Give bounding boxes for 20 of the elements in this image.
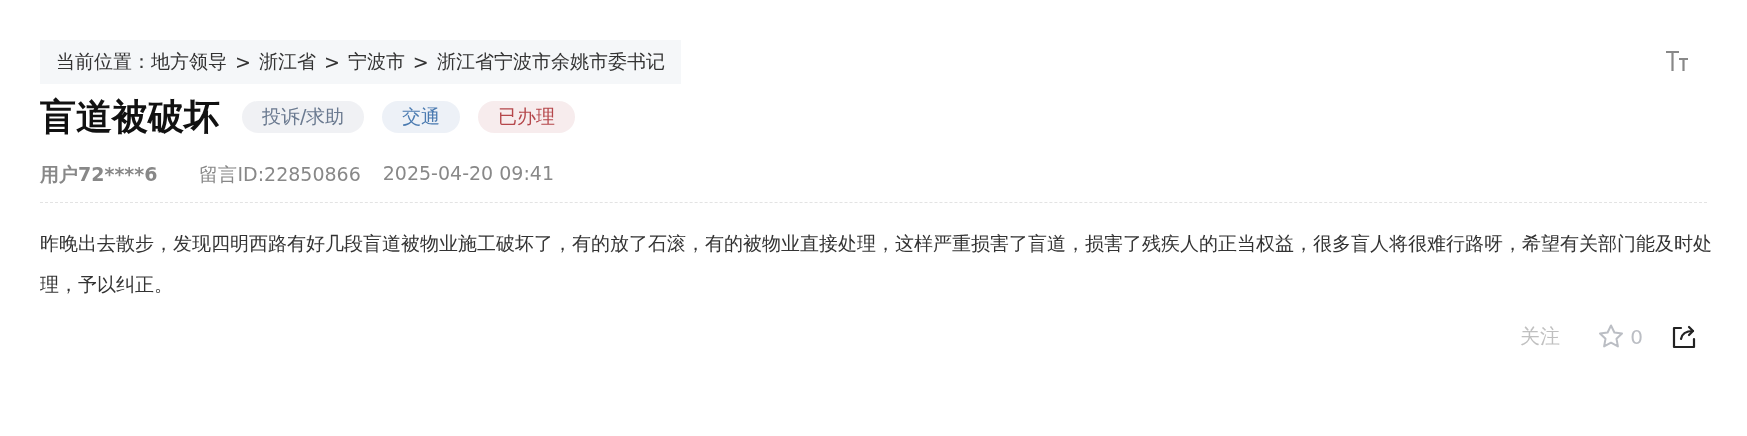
breadcrumb-separator: >	[412, 51, 429, 73]
breadcrumb-separator: >	[323, 51, 340, 73]
breadcrumb-separator: >	[235, 51, 251, 73]
post-time: 2025-04-20 09:41	[382, 162, 554, 186]
breadcrumb-link[interactable]: 宁波市	[347, 49, 405, 75]
star-icon[interactable]	[1598, 324, 1625, 349]
page-title: 盲道被破坏	[40, 94, 220, 139]
user-name: 用户72****6	[40, 162, 158, 187]
category-tag: 已办理	[478, 101, 576, 133]
font-size-icon[interactable]	[1665, 50, 1689, 72]
category-tag: 交通	[382, 101, 461, 133]
like-count: 0	[1630, 324, 1643, 349]
breadcrumb-link[interactable]: 浙江省	[258, 49, 316, 75]
share-icon[interactable]	[1671, 323, 1697, 350]
breadcrumb-label: 当前位置：	[56, 49, 151, 74]
message-id: 留言ID:22850866	[199, 162, 361, 187]
message-body: 昨晚出去散步，发现四明西路有好几段盲道被物业施工破坏了，有的放了石滚，有的被物业直接处理，这样严重损害了盲道，损害了残疾人的正当权益，很多盲人将很难行路呀，希望有关部门能及时处理，予以纠正。	[40, 231, 1712, 297]
category-tag: 投诉/求助	[242, 101, 365, 133]
breadcrumb-link[interactable]: 浙江省宁波市余姚市委书记	[436, 49, 665, 75]
breadcrumb-link[interactable]: 地方领导	[151, 49, 227, 75]
